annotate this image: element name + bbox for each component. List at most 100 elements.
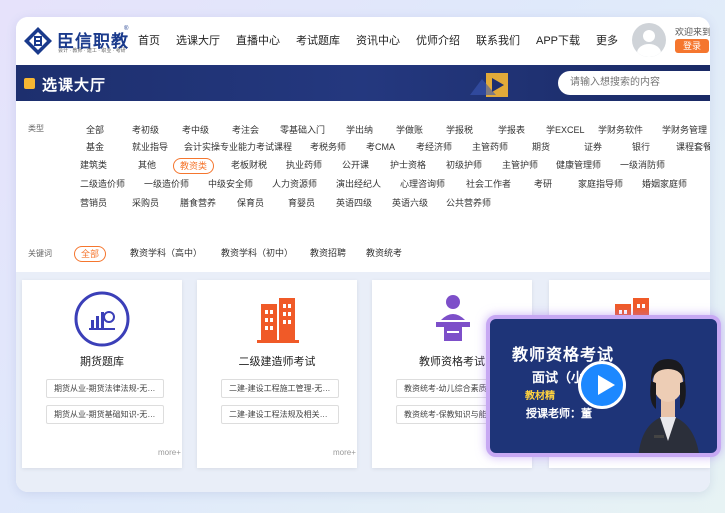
type-tag[interactable]: 公共营养师 [446, 196, 491, 210]
card-construction[interactable]: 二级建造师考试 二建-建设工程施工管理-无… 二建-建设工程法规及相关… mor… [197, 280, 357, 468]
type-tag[interactable]: 零基础入门 [280, 123, 325, 137]
logo-diamond-icon [24, 27, 52, 55]
type-tag[interactable]: 英语六级 [392, 196, 428, 210]
presenter-icon [638, 359, 699, 453]
top-header: 臣信职教 ® 会计 · 教师 · 建工 · 职业 · 考研 首页 选课大厅 直播… [16, 17, 710, 65]
type-tag[interactable]: 社会工作者 [466, 177, 511, 191]
welcome-text: 欢迎来到 [675, 27, 710, 37]
card-futures[interactable]: 期货题库 期货从业-期货法律法规-无… 期货从业-期货基础知识-无… more+ [22, 280, 182, 468]
keyword-tag[interactable]: 教资统考 [366, 246, 402, 260]
nav-exam-bank[interactable]: 考试题库 [296, 32, 340, 48]
type-tag[interactable]: 其他 [138, 158, 156, 172]
type-tag[interactable]: 学财务软件 [598, 123, 643, 137]
nav-course-hall[interactable]: 选课大厅 [176, 32, 220, 48]
nav-app-download[interactable]: APP下载 [536, 32, 580, 48]
registered-mark: ® [124, 26, 129, 32]
type-tag[interactable]: 演出经纪人 [336, 177, 381, 191]
type-tag[interactable]: 学EXCEL [546, 123, 585, 137]
type-tag[interactable]: 考初级 [132, 123, 159, 137]
type-tag[interactable]: 学做账 [396, 123, 423, 137]
type-tag[interactable]: 家庭指导师 [578, 177, 623, 191]
type-tag[interactable]: 主管护师 [502, 158, 538, 172]
card-item[interactable]: 期货从业-期货法律法规-无… [46, 379, 164, 398]
main-nav: 首页 选课大厅 直播中心 考试题库 资讯中心 优师介绍 联系我们 APP下载 更… [138, 32, 634, 48]
type-tag[interactable]: 会计实操专业能力考试课程 [184, 140, 292, 154]
type-tag[interactable]: 全部 [86, 123, 104, 137]
type-tag[interactable]: 学财务管理 [662, 123, 707, 137]
card-item[interactable]: 二建-建设工程法规及相关… [221, 405, 339, 424]
filter-panel: 类型 全部 考初级 考中级 考注会 零基础入门 学出纳 学做账 学报税 学报表 学EXCEL 学财务… [16, 101, 710, 262]
lecture-icon [436, 295, 470, 341]
card-item[interactable]: 期货从业-期货基础知识-无… [46, 405, 164, 424]
nav-news[interactable]: 资讯中心 [356, 32, 400, 48]
type-tag[interactable]: 考CMA [366, 140, 395, 154]
type-tag[interactable]: 一级造价师 [144, 177, 189, 191]
type-tag[interactable]: 教资类 [173, 158, 215, 174]
type-tag[interactable]: 课程套餐 [676, 140, 710, 154]
more-link[interactable]: more+ [333, 448, 356, 457]
type-tag[interactable]: 期货 [532, 140, 550, 154]
type-tag[interactable]: 营销员 [80, 196, 107, 210]
logo-subtitle: 会计 · 教师 · 建工 · 职业 · 考研 [58, 48, 126, 54]
type-tag[interactable]: 执业药师 [286, 158, 322, 172]
type-tag[interactable]: 育婴员 [288, 196, 315, 210]
type-tag[interactable]: 护士资格 [390, 158, 426, 172]
type-tag[interactable]: 学出纳 [346, 123, 373, 137]
type-tag[interactable]: 人力资源师 [272, 177, 317, 191]
nav-home[interactable]: 首页 [138, 32, 160, 48]
building-icon [257, 298, 299, 343]
type-tag[interactable]: 中级安全师 [208, 177, 253, 191]
type-tag[interactable]: 建筑类 [80, 158, 107, 172]
nav-contact[interactable]: 联系我们 [476, 32, 520, 48]
type-tag[interactable]: 健康管理师 [556, 158, 601, 172]
keyword-label: 关键词 [28, 249, 52, 258]
login-button[interactable]: 登录 [675, 39, 709, 53]
type-tag[interactable]: 基金 [86, 140, 104, 154]
type-tag[interactable]: 考税务师 [310, 140, 346, 154]
type-tag[interactable]: 主管药师 [472, 140, 508, 154]
type-tag[interactable]: 公开课 [342, 158, 369, 172]
type-tag[interactable]: 老板财税 [231, 158, 267, 172]
video-player[interactable]: 教师资格考试 面试（小 教材精 授课老师：董 [486, 315, 721, 457]
logo[interactable]: 臣信职教 ® 会计 · 教师 · 建工 · 职业 · 考研 [23, 25, 129, 57]
card-title: 期货题库 [80, 356, 124, 368]
type-tag[interactable]: 学报表 [498, 123, 525, 137]
type-tag[interactable]: 一级消防师 [620, 158, 665, 172]
banner-title: 选课大厅 [42, 77, 107, 94]
more-link[interactable]: more+ [158, 448, 181, 457]
type-tag[interactable]: 银行 [632, 140, 650, 154]
futures-icon [74, 291, 130, 347]
card-item[interactable]: 二建-建设工程施工管理-无… [221, 379, 339, 398]
type-tag[interactable]: 保育员 [237, 196, 264, 210]
keyword-tag[interactable]: 教资学科（初中） [221, 246, 293, 260]
type-tag[interactable]: 考注会 [232, 123, 259, 137]
card-title: 二级建造师考试 [238, 356, 316, 368]
type-tag[interactable]: 就业指导 [132, 140, 168, 154]
type-tag[interactable]: 考研 [534, 177, 552, 191]
play-button[interactable] [578, 361, 626, 409]
nav-live-center[interactable]: 直播中心 [236, 32, 280, 48]
nav-more[interactable]: 更多 [596, 32, 618, 48]
type-tag[interactable]: 证券 [584, 140, 602, 154]
type-tag[interactable]: 英语四级 [336, 196, 372, 210]
nav-teachers[interactable]: 优师介绍 [416, 32, 460, 48]
video-subtitle: 面试（小 [532, 370, 585, 385]
avatar-icon[interactable] [632, 23, 666, 57]
type-tag[interactable]: 学报税 [446, 123, 473, 137]
search-input[interactable] [558, 71, 710, 95]
keyword-tag[interactable]: 教资学科（高中） [130, 246, 202, 260]
type-tag[interactable]: 心理咨询师 [400, 177, 445, 191]
play-deco-icon [470, 73, 508, 97]
type-tag[interactable]: 膳食营养 [180, 196, 216, 210]
type-tag[interactable]: 二级造价师 [80, 177, 125, 191]
type-tag[interactable]: 初级护师 [446, 158, 482, 172]
type-tag[interactable]: 采购员 [132, 196, 159, 210]
type-tag[interactable]: 婚姻家庭师 [642, 177, 687, 191]
type-tag[interactable]: 考经济师 [416, 140, 452, 154]
course-hall-banner: 选课大厅 [16, 65, 710, 101]
type-tag[interactable]: 考中级 [182, 123, 209, 137]
keyword-tag[interactable]: 教资招聘 [310, 246, 346, 260]
video-teacher-label: 授课老师：董 [526, 408, 592, 420]
keyword-tag[interactable]: 全部 [74, 246, 107, 262]
type-label: 类型 [28, 124, 44, 133]
